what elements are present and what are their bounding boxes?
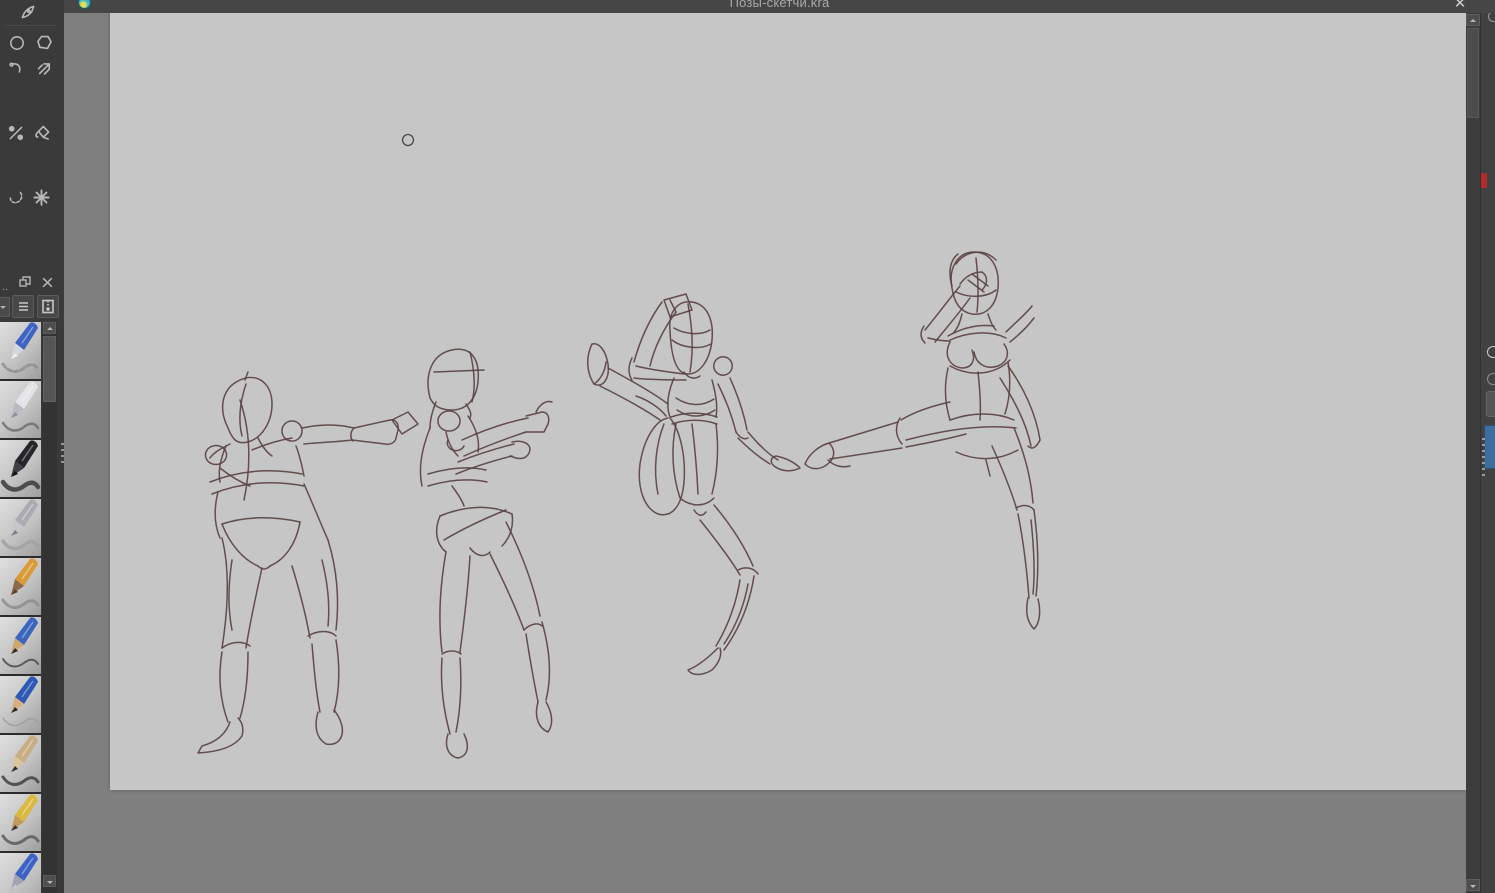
drag-handle-dots[interactable] [1482,438,1485,478]
canvas-scroll-up-button[interactable] [1466,14,1480,26]
partial-button[interactable] [1486,391,1495,417]
brush-cursor-outline [401,133,415,147]
triangle-up-icon [47,327,53,330]
float-icon [19,276,31,287]
fill-tool-button[interactable] [29,120,53,144]
paint-bucket-icon [34,125,49,140]
toolbox-separator [5,25,57,26]
close-icon[interactable]: ✕ [1451,0,1469,13]
brush-preset-paintbrush-round[interactable] [0,558,41,615]
document-title: Позы-скетчи.kra [729,0,830,10]
polygon-tool-button[interactable] [32,30,56,54]
partial-icon-ring [1487,346,1495,358]
dashed-lasso-icon [9,191,23,204]
figure-guard-stance [419,348,553,759]
ellipse-tool-button[interactable] [5,31,29,55]
right-docker-edge [1480,13,1495,893]
brush-preset-pencil-2b-tan[interactable] [0,735,41,792]
preset-scroll-down-button[interactable] [43,875,56,887]
canvas-vertical-scrollbar [1466,13,1480,893]
brush-preset-pencil-yellow-stub[interactable] [0,794,41,851]
brush-presets-docker: .. [0,255,64,893]
brush-preset-fountain-pen-blue[interactable] [0,853,41,893]
magic-wand-icon [32,188,50,206]
brush-preset-eraser-blue-marker[interactable] [0,322,41,379]
arrow-stroke-icon [37,62,50,75]
partial-icon-circle [1488,13,1495,22]
subwindow-titlebar: Позы-скетчи.kra ✕ [64,0,1495,13]
brush-preset-pencil-hb-blue[interactable] [0,676,41,733]
arc-icon [9,62,21,73]
krita-window: Позы-скетчи.kra ✕ .. [0,0,1495,893]
pose-sketches-drawing [197,133,1041,759]
toolbox [0,0,64,255]
brush-preset-list [0,322,41,893]
freehand-path-tool-button[interactable] [16,0,40,24]
close-icon [42,277,52,287]
docker-toolbar [0,295,64,319]
canvas-document[interactable] [110,13,1467,790]
measure-icon [8,125,24,141]
docker-title: .. [2,281,9,293]
docker-header: .. [0,273,64,295]
polygon-icon [36,35,52,49]
partial-red-swatch [1481,173,1487,188]
preset-scrollbar-thumb[interactable] [43,336,56,402]
triangle-up-icon [1470,19,1476,22]
canvas-scrollbar-thumb[interactable] [1467,28,1479,118]
brush-preset-pencil-4b-blue[interactable] [0,617,41,674]
float-docker-button[interactable] [16,273,34,291]
preset-scrollbar [42,322,57,893]
figure-high-kick [587,293,801,676]
brush-preset-pen-gray[interactable] [0,499,41,556]
canvas-viewport [64,13,1467,893]
measure-tool-button[interactable] [4,121,28,145]
preset-scroll-up-button[interactable] [43,322,56,334]
panel-splitter-handle[interactable] [61,443,64,465]
figure-side-kick [804,251,1041,630]
preset-filter-dropdown[interactable] [0,297,10,317]
brush-preset-ink-pen-white[interactable] [0,381,41,438]
storage-resources-button[interactable] [37,295,59,318]
curve-tool-button[interactable] [4,56,28,80]
brush-preset-marker-black[interactable] [0,440,41,497]
pen-nib-icon [21,5,35,19]
list-view-button[interactable] [12,295,34,318]
triangle-down-icon [1470,885,1476,888]
partial-blue-panel [1484,425,1495,469]
outline-selection-tool-button[interactable] [4,185,28,209]
left-panel: .. [0,0,64,893]
zipper-box-icon [42,299,54,314]
dynamic-brush-tool-button[interactable] [32,55,56,79]
close-docker-button[interactable] [38,273,56,291]
canvas-scroll-down-button[interactable] [1466,879,1480,891]
triangle-down-icon [47,881,53,884]
partial-icon-ring [1487,373,1495,385]
figure-back-punch [197,371,419,754]
ellipse-icon [10,36,24,50]
contiguous-selection-tool-button[interactable] [29,185,53,209]
hamburger-icon [18,302,28,311]
